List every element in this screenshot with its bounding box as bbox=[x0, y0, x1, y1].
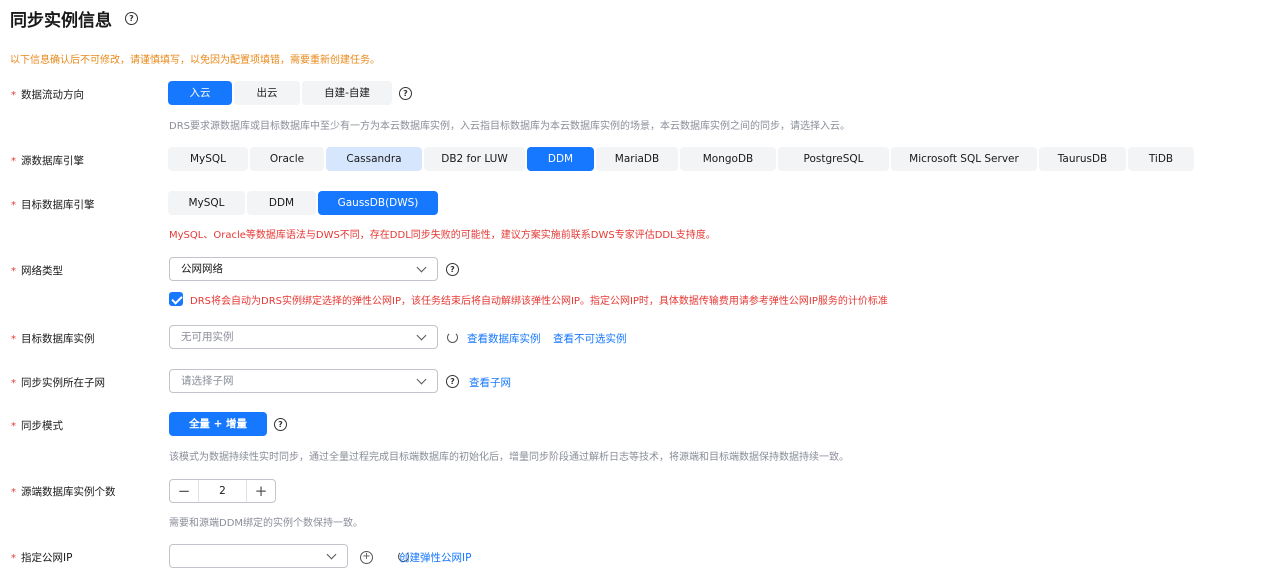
target-engine-warning: MySQL、Oracle等数据库语法与DWS不同，存在DDL同步失败的可能性，建… bbox=[169, 230, 716, 241]
flow-option-out-cloud[interactable]: 出云 bbox=[234, 81, 300, 105]
source-engine-db2[interactable]: DB2 for LUW bbox=[424, 147, 525, 171]
instance-count-hint: 需要和源端DDM绑定的实例个数保持一致。 bbox=[169, 518, 364, 529]
help-icon[interactable]: ? bbox=[399, 87, 412, 100]
help-icon[interactable]: ? bbox=[125, 12, 138, 25]
target-instance-label: * 目标数据库实例 bbox=[11, 333, 95, 345]
public-ip-checkbox[interactable] bbox=[169, 292, 183, 306]
source-engine-sqlserver[interactable]: Microsoft SQL Server bbox=[891, 147, 1037, 171]
help-icon[interactable]: ? bbox=[446, 263, 459, 276]
notice-text: 以下信息确认后不可修改，请谨慎填写，以免因为配置项填错，需要重新创建任务。 bbox=[10, 55, 380, 66]
source-engine-postgresql[interactable]: PostgreSQL bbox=[778, 147, 889, 171]
source-engine-oracle[interactable]: Oracle bbox=[250, 147, 324, 171]
target-engine-ddm[interactable]: DDM bbox=[247, 191, 316, 215]
help-icon[interactable]: ? bbox=[446, 375, 459, 388]
source-engine-mysql[interactable]: MySQL bbox=[168, 147, 248, 171]
chevron-down-icon bbox=[416, 330, 427, 341]
view-subnet-link[interactable]: 查看子网 bbox=[469, 375, 511, 390]
source-engine-mongodb[interactable]: MongoDB bbox=[680, 147, 776, 171]
source-engine-mariadb[interactable]: MariaDB bbox=[596, 147, 678, 171]
source-engine-cassandra[interactable]: Cassandra bbox=[326, 147, 422, 171]
sync-mode-label: * 同步模式 bbox=[11, 420, 63, 432]
source-engine-tidb[interactable]: TiDB bbox=[1128, 147, 1194, 171]
network-type-value: 公网网络 bbox=[181, 263, 223, 275]
public-ip-select[interactable] bbox=[169, 544, 348, 568]
view-unavailable-instances-link[interactable]: 查看不可选实例 bbox=[553, 331, 627, 346]
instance-count-label: * 源端数据库实例个数 bbox=[11, 486, 116, 498]
instance-count-stepper: − 2 + bbox=[169, 479, 276, 503]
sync-mode-full-incremental-button[interactable]: 全量 + 增量 bbox=[169, 412, 267, 436]
page-title: 同步实例信息 bbox=[10, 11, 112, 31]
chevron-down-icon bbox=[326, 549, 337, 560]
network-type-select[interactable]: 公网网络 bbox=[169, 257, 438, 281]
sync-mode-hint: 该模式为数据持续性实时同步，通过全量过程完成目标端数据库的初始化后，增量同步阶段… bbox=[169, 452, 849, 463]
view-db-instances-link[interactable]: 查看数据库实例 bbox=[467, 331, 541, 346]
flow-direction-label: * 数据流动方向 bbox=[11, 89, 84, 101]
minus-icon[interactable]: − bbox=[170, 480, 198, 502]
add-circle-icon[interactable]: + bbox=[360, 551, 373, 564]
network-type-label: * 网络类型 bbox=[11, 265, 63, 277]
chevron-down-icon bbox=[416, 262, 427, 273]
source-engine-ddm[interactable]: DDM bbox=[527, 147, 594, 171]
instance-count-value[interactable]: 2 bbox=[198, 480, 247, 502]
subnet-select[interactable]: 请选择子网 bbox=[169, 369, 438, 393]
source-engine-label: * 源数据库引擎 bbox=[11, 155, 84, 167]
subnet-placeholder: 请选择子网 bbox=[181, 375, 234, 387]
source-engine-taurusdb[interactable]: TaurusDB bbox=[1039, 147, 1126, 171]
plus-icon[interactable]: + bbox=[247, 480, 275, 502]
source-engine-group: MySQL Oracle Cassandra DB2 for LUW DDM M… bbox=[168, 147, 1194, 171]
public-ip-checkbox-text: DRS将会自动为DRS实例绑定选择的弹性公网IP，该任务结束后将自动解绑该弹性公… bbox=[190, 296, 888, 307]
refresh-icon[interactable] bbox=[447, 332, 458, 343]
subnet-label: * 同步实例所在子网 bbox=[11, 377, 105, 389]
chevron-down-icon bbox=[416, 374, 427, 385]
flow-direction-hint: DRS要求源数据库或目标数据库中至少有一方为本云数据库实例，入云指目标数据库为本… bbox=[169, 121, 850, 132]
target-engine-group: MySQL DDM GaussDB(DWS) bbox=[168, 191, 438, 215]
target-engine-gaussdb-dws[interactable]: GaussDB(DWS) bbox=[318, 191, 438, 215]
flow-option-self-built[interactable]: 自建-自建 bbox=[302, 81, 392, 105]
target-instance-placeholder: 无可用实例 bbox=[181, 331, 234, 343]
flow-option-in-cloud[interactable]: 入云 bbox=[168, 81, 232, 105]
create-eip-link[interactable]: 创建弹性公网IP bbox=[399, 550, 471, 565]
target-engine-label: * 目标数据库引擎 bbox=[11, 199, 95, 211]
flow-direction-group: 入云 出云 自建-自建 bbox=[168, 81, 392, 105]
target-instance-select[interactable]: 无可用实例 bbox=[169, 325, 438, 349]
target-engine-mysql[interactable]: MySQL bbox=[168, 191, 245, 215]
help-icon[interactable]: ? bbox=[274, 418, 287, 431]
public-ip-label: * 指定公网IP bbox=[11, 552, 73, 564]
